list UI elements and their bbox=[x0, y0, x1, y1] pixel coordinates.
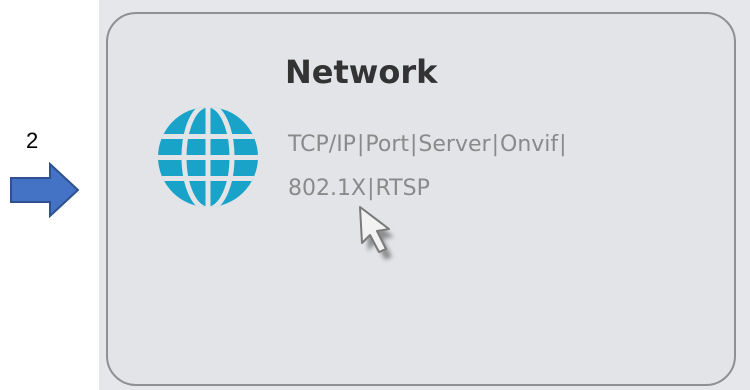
separator: | bbox=[491, 132, 499, 157]
card-title: Network bbox=[285, 53, 438, 91]
link-server[interactable]: Server bbox=[418, 132, 490, 157]
link-port[interactable]: Port bbox=[365, 132, 409, 157]
network-links: TCP/IP|Port|Server|Onvif| 802.1X|RTSP bbox=[288, 123, 708, 211]
page: 2 Network TCP/IP|Port|Server|Onvif| 802.1… bbox=[0, 0, 750, 390]
step-number: 2 bbox=[26, 128, 39, 153]
separator: | bbox=[559, 132, 567, 157]
mouse-pointer-icon bbox=[359, 206, 394, 260]
right-arrow-icon bbox=[10, 162, 80, 218]
globe-icon bbox=[158, 107, 258, 207]
link-rtsp[interactable]: RTSP bbox=[375, 176, 429, 201]
separator: | bbox=[410, 132, 418, 157]
link-802-1x[interactable]: 802.1X bbox=[288, 176, 366, 201]
link-tcp-ip[interactable]: TCP/IP bbox=[288, 132, 356, 157]
separator: | bbox=[356, 132, 365, 157]
link-onvif[interactable]: Onvif bbox=[500, 132, 558, 157]
